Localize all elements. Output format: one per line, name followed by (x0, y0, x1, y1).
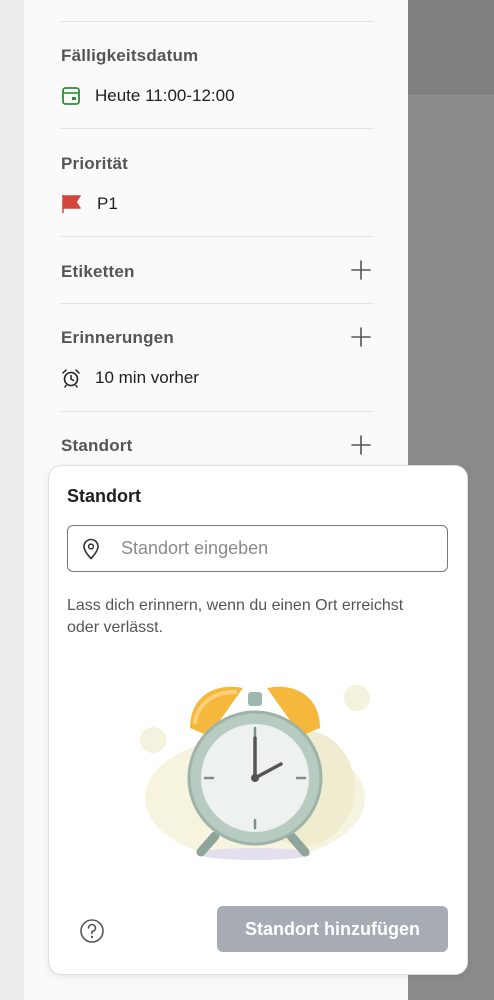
alarm-icon (62, 369, 80, 388)
location-label: Standort (61, 436, 133, 455)
location-popup: Standort Lass dich erinnern, wenn du ein… (49, 466, 467, 974)
help-icon[interactable] (79, 918, 105, 944)
due-date-value[interactable]: Heute 11:00-12:00 (61, 86, 235, 106)
add-location-button[interactable]: Standort hinzufügen (217, 906, 448, 952)
labels-label: Etiketten (61, 262, 135, 281)
divider (60, 411, 374, 412)
left-gutter (0, 0, 24, 1000)
popup-title: Standort (67, 486, 141, 506)
priority-value[interactable]: P1 (61, 194, 118, 214)
flag-icon (62, 195, 81, 213)
priority-label: Priorität (61, 154, 128, 173)
divider (60, 21, 374, 22)
due-date-text: Heute 11:00-12:00 (95, 86, 235, 105)
add-reminder-plus-icon[interactable] (350, 326, 372, 348)
reminder-text: 10 min vorher (95, 368, 199, 387)
overlay-header (408, 0, 494, 94)
location-input[interactable] (121, 538, 421, 559)
add-location-plus-icon[interactable] (350, 434, 372, 456)
location-description: Lass dich erinnern, wenn du einen Ort er… (67, 597, 404, 636)
due-date-label: Fälligkeitsdatum (61, 46, 199, 65)
divider (60, 128, 374, 129)
calendar-icon (62, 87, 80, 105)
divider (60, 303, 374, 304)
alarm-clock-illustration (140, 685, 370, 860)
divider (60, 236, 374, 237)
location-input-box[interactable] (67, 525, 448, 572)
add-label-plus-icon[interactable] (350, 259, 372, 281)
reminder-value[interactable]: 10 min vorher (61, 368, 199, 388)
priority-text: P1 (97, 194, 118, 213)
location-pin-icon (83, 538, 99, 559)
reminders-label: Erinnerungen (61, 328, 174, 347)
